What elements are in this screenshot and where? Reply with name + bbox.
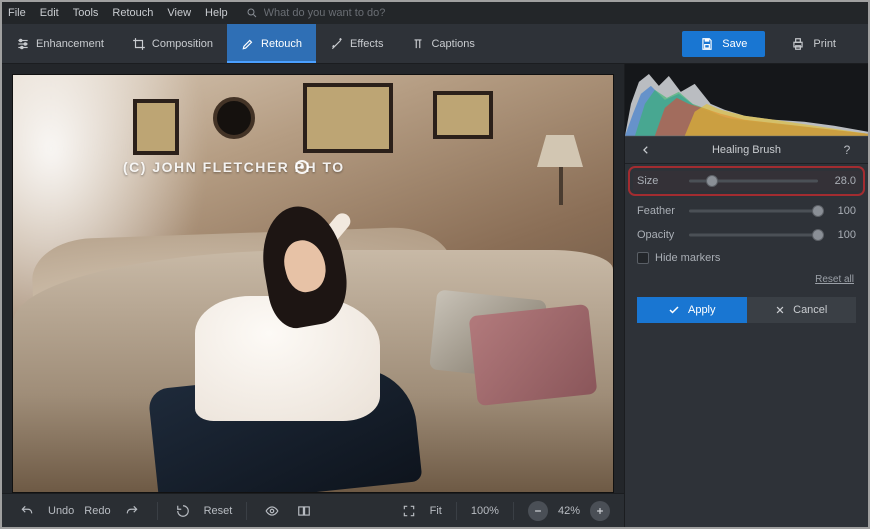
tab-effects[interactable]: Effects	[316, 24, 397, 63]
slider-value: 28.0	[826, 175, 856, 187]
tab-composition[interactable]: Composition	[118, 24, 227, 63]
app-window: File Edit Tools Retouch View Help Enhanc…	[0, 0, 870, 529]
sliders-icon	[16, 37, 30, 51]
checkbox-icon[interactable]	[637, 252, 649, 264]
content-area: (C) JOHN FLETCHER PH TO Undo Redo Reset	[2, 64, 868, 527]
slider-opacity[interactable]: Opacity 100	[637, 228, 856, 242]
preview-eye-icon[interactable]	[261, 500, 283, 522]
right-panel: Healing Brush ? Size 28.0 Feather 100 Op…	[624, 64, 868, 527]
zoom-value: 42%	[558, 505, 580, 517]
panel-help-icon[interactable]: ?	[836, 139, 858, 161]
menu-tools[interactable]: Tools	[73, 7, 99, 19]
slider-track[interactable]	[689, 174, 818, 188]
tab-enhancement[interactable]: Enhancement	[2, 24, 118, 63]
print-label: Print	[813, 38, 836, 50]
undo-button[interactable]: Undo	[48, 505, 74, 517]
slider-label: Size	[637, 175, 681, 187]
wand-icon	[330, 37, 344, 51]
tab-label: Captions	[431, 38, 474, 50]
zoom-in-icon[interactable]	[590, 501, 610, 521]
panel-header: Healing Brush ?	[625, 136, 868, 164]
photo: (C) JOHN FLETCHER PH TO	[13, 75, 613, 492]
search-icon	[246, 7, 258, 19]
reset-all-link[interactable]: Reset all	[637, 274, 856, 285]
print-button[interactable]: Print	[773, 31, 854, 57]
menu-retouch[interactable]: Retouch	[112, 7, 153, 19]
print-icon	[791, 37, 805, 51]
bottom-toolbar: Undo Redo Reset Fit 100% 42%	[2, 493, 624, 527]
slider-label: Opacity	[637, 229, 681, 241]
reset-icon[interactable]	[172, 500, 194, 522]
redo-button[interactable]: Redo	[84, 505, 110, 517]
undo-icon[interactable]	[16, 500, 38, 522]
crop-icon	[132, 37, 146, 51]
zoom-100-button[interactable]: 100%	[471, 505, 499, 517]
zoom-out-icon[interactable]	[528, 501, 548, 521]
save-label: Save	[722, 38, 747, 50]
toolbar: Enhancement Composition Retouch Effects …	[2, 24, 868, 64]
compare-icon[interactable]	[293, 500, 315, 522]
text-icon	[411, 37, 425, 51]
tab-label: Effects	[350, 38, 383, 50]
cancel-button[interactable]: Cancel	[747, 297, 857, 323]
menu-file[interactable]: File	[8, 7, 26, 19]
reset-button[interactable]: Reset	[204, 505, 233, 517]
menu-help[interactable]: Help	[205, 7, 228, 19]
menu-edit[interactable]: Edit	[40, 7, 59, 19]
hide-markers-checkbox[interactable]: Hide markers	[637, 252, 856, 264]
brush-icon	[241, 37, 255, 51]
fit-button[interactable]: Fit	[430, 505, 442, 517]
slider-label: Feather	[637, 205, 681, 217]
image-canvas[interactable]: (C) JOHN FLETCHER PH TO	[12, 74, 614, 493]
menubar-search[interactable]	[246, 7, 424, 19]
save-icon	[700, 37, 714, 51]
fit-screen-icon[interactable]	[398, 500, 420, 522]
tab-captions[interactable]: Captions	[397, 24, 488, 63]
watermark: (C) JOHN FLETCHER PH TO	[123, 159, 345, 175]
save-button[interactable]: Save	[682, 31, 765, 57]
canvas-column: (C) JOHN FLETCHER PH TO Undo Redo Reset	[2, 64, 624, 527]
slider-value: 100	[826, 229, 856, 241]
search-input[interactable]	[264, 7, 424, 19]
checkbox-label: Hide markers	[655, 252, 720, 264]
apply-button[interactable]: Apply	[637, 297, 747, 323]
slider-size[interactable]: Size 28.0	[633, 171, 860, 191]
check-icon	[668, 304, 680, 316]
slider-track[interactable]	[689, 228, 818, 242]
tab-label: Enhancement	[36, 38, 104, 50]
slider-feather[interactable]: Feather 100	[637, 204, 856, 218]
lens-icon	[295, 160, 309, 174]
slider-track[interactable]	[689, 204, 818, 218]
panel-actions: Apply Cancel	[637, 297, 856, 323]
panel-body: Size 28.0 Feather 100 Opacity 100 Hide	[625, 164, 868, 331]
apply-label: Apply	[688, 304, 716, 316]
close-icon	[775, 305, 785, 315]
menubar: File Edit Tools Retouch View Help	[2, 2, 868, 24]
tab-label: Composition	[152, 38, 213, 50]
panel-back-icon[interactable]	[635, 139, 657, 161]
cancel-label: Cancel	[793, 304, 827, 316]
histogram[interactable]	[625, 64, 868, 136]
tab-retouch[interactable]: Retouch	[227, 24, 316, 63]
tab-label: Retouch	[261, 38, 302, 50]
menu-view[interactable]: View	[167, 7, 191, 19]
redo-icon[interactable]	[121, 500, 143, 522]
panel-title: Healing Brush	[712, 144, 781, 156]
slider-value: 100	[826, 205, 856, 217]
